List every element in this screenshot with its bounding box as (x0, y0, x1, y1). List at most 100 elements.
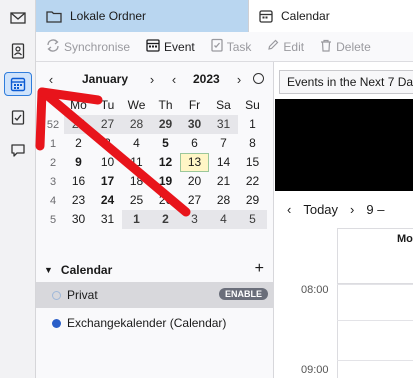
day-cell[interactable]: 29 (238, 191, 267, 210)
mail-icon[interactable] (4, 6, 32, 30)
hour-line (337, 284, 413, 285)
day-cell[interactable]: 26 (64, 115, 93, 134)
day-cell[interactable]: 30 (64, 210, 93, 229)
day-cell[interactable]: 16 (64, 172, 93, 191)
time-grid-divider (337, 284, 338, 378)
day-cell[interactable]: 21 (209, 172, 238, 191)
calendar-list-header[interactable]: ▼ Calendar + (36, 258, 274, 282)
calendar-icon[interactable] (4, 72, 32, 96)
tab-lokale-ordner[interactable]: Lokale Ordner (36, 0, 248, 32)
day-cell[interactable]: 9 (64, 153, 93, 172)
day-cell[interactable]: 11 (122, 153, 151, 172)
day-cell[interactable]: 12 (151, 153, 180, 172)
view-navigation: ‹ Today › 9 – (275, 196, 413, 222)
task-label: Task (226, 39, 252, 54)
hour-line (337, 320, 413, 321)
day-cell[interactable]: 3 (180, 210, 209, 229)
chat-icon[interactable] (4, 138, 32, 162)
previous-month-icon[interactable]: ‹ (44, 72, 58, 87)
date-range-label: 9 – (366, 201, 385, 217)
day-cell[interactable]: 31 (209, 115, 238, 134)
weekday-header-row: Mo Tu We Th Fr Sa Su (42, 96, 270, 115)
weekday-label: Fr (188, 98, 201, 112)
day-cell[interactable]: 6 (180, 134, 209, 153)
new-event-button[interactable]: Event (146, 38, 195, 55)
new-event-icon (146, 38, 160, 55)
day-cell[interactable]: 30 (180, 115, 209, 134)
edit-label: Edit (283, 39, 305, 54)
day-cell[interactable]: 7 (209, 134, 238, 153)
day-cell[interactable]: 18 (122, 172, 151, 191)
day-cell-today[interactable]: 13 (180, 153, 209, 172)
weekday-label: We (127, 98, 146, 112)
weekday-label: Mo (70, 98, 87, 112)
day-cell[interactable]: 27 (180, 191, 209, 210)
day-cell[interactable]: 20 (180, 172, 209, 191)
day-cell[interactable]: 1 (238, 115, 267, 134)
day-cell[interactable]: 27 (93, 115, 122, 134)
next-month-icon[interactable]: › (145, 72, 159, 87)
synchronise-button[interactable]: Synchronise (46, 38, 130, 55)
day-cell[interactable]: 28 (122, 115, 151, 134)
tab-calendar[interactable]: Calendar (248, 0, 413, 32)
day-cell[interactable]: 4 (122, 134, 151, 153)
next-icon[interactable]: › (350, 202, 354, 217)
previous-year-icon[interactable]: ‹ (167, 72, 181, 87)
folder-icon (46, 10, 62, 23)
day-cell[interactable]: 29 (151, 115, 180, 134)
weekday-label: Su (245, 98, 260, 112)
day-cell[interactable]: 14 (209, 153, 238, 172)
add-calendar-icon[interactable]: + (255, 260, 264, 278)
day-cell[interactable]: 24 (93, 191, 122, 210)
minimonth-header: ‹ January › ‹ 2023 › (36, 70, 274, 90)
calendar-main-view: Events in the Next 7 Days ‹ Today › 9 – … (275, 62, 413, 378)
day-cell[interactable]: 10 (93, 153, 122, 172)
today-pane-preview (275, 99, 413, 191)
day-cell[interactable]: 17 (93, 172, 122, 191)
minimonth-month[interactable]: January (82, 72, 128, 86)
tasks-icon[interactable] (4, 105, 32, 129)
new-task-button[interactable]: Task (211, 38, 252, 55)
tab-strip: Lokale Ordner Calendar (36, 0, 413, 32)
chevron-down-icon[interactable]: ▼ (44, 265, 53, 275)
day-cell[interactable]: 25 (122, 191, 151, 210)
event-label: Event (164, 39, 195, 54)
edit-button[interactable]: Edit (267, 39, 304, 54)
enable-badge[interactable]: ENABLE (218, 288, 268, 300)
calendar-color-dot (52, 318, 61, 328)
day-cell[interactable]: 2 (151, 210, 180, 229)
day-cell[interactable]: 22 (238, 172, 267, 191)
day-cell[interactable]: 23 (64, 191, 93, 210)
day-cell[interactable]: 28 (209, 191, 238, 210)
calendar-item-exchange[interactable]: Exchangekalender (Calendar) (36, 310, 274, 336)
week-number: 2 (49, 156, 57, 169)
day-cell[interactable]: 5 (238, 210, 267, 229)
weekday-label: Sa (216, 98, 231, 112)
next-year-icon[interactable]: › (232, 72, 246, 87)
day-cell[interactable]: 19 (151, 172, 180, 191)
day-cell[interactable]: 8 (238, 134, 267, 153)
calendar-color-dot (52, 290, 61, 300)
calendar-item-privat[interactable]: Privat ENABLE (36, 282, 274, 308)
previous-icon[interactable]: ‹ (287, 202, 291, 217)
day-cell[interactable]: 4 (209, 210, 238, 229)
events-filter-dropdown[interactable]: Events in the Next 7 Days (279, 70, 413, 94)
week-number: 5 (49, 213, 57, 226)
today-button[interactable]: Today (303, 202, 338, 217)
delete-button[interactable]: Delete (320, 39, 371, 55)
week-row: 2 9 10 11 12 13 14 15 (42, 153, 270, 172)
day-column-header[interactable]: Mo (337, 228, 413, 250)
day-cell[interactable]: 26 (151, 191, 180, 210)
week-number: 52 (46, 118, 60, 131)
minimonth-year[interactable]: 2023 (193, 72, 220, 86)
all-day-row[interactable] (337, 250, 413, 284)
day-cell[interactable]: 5 (151, 134, 180, 153)
day-cell[interactable]: 15 (238, 153, 267, 172)
day-cell[interactable]: 3 (93, 134, 122, 153)
address-book-icon[interactable] (4, 39, 32, 63)
week-row: 5 30 31 1 2 3 4 5 (42, 210, 270, 229)
today-circle-icon[interactable] (253, 73, 264, 84)
day-cell[interactable]: 1 (122, 210, 151, 229)
day-cell[interactable]: 2 (64, 134, 93, 153)
day-cell[interactable]: 31 (93, 210, 122, 229)
